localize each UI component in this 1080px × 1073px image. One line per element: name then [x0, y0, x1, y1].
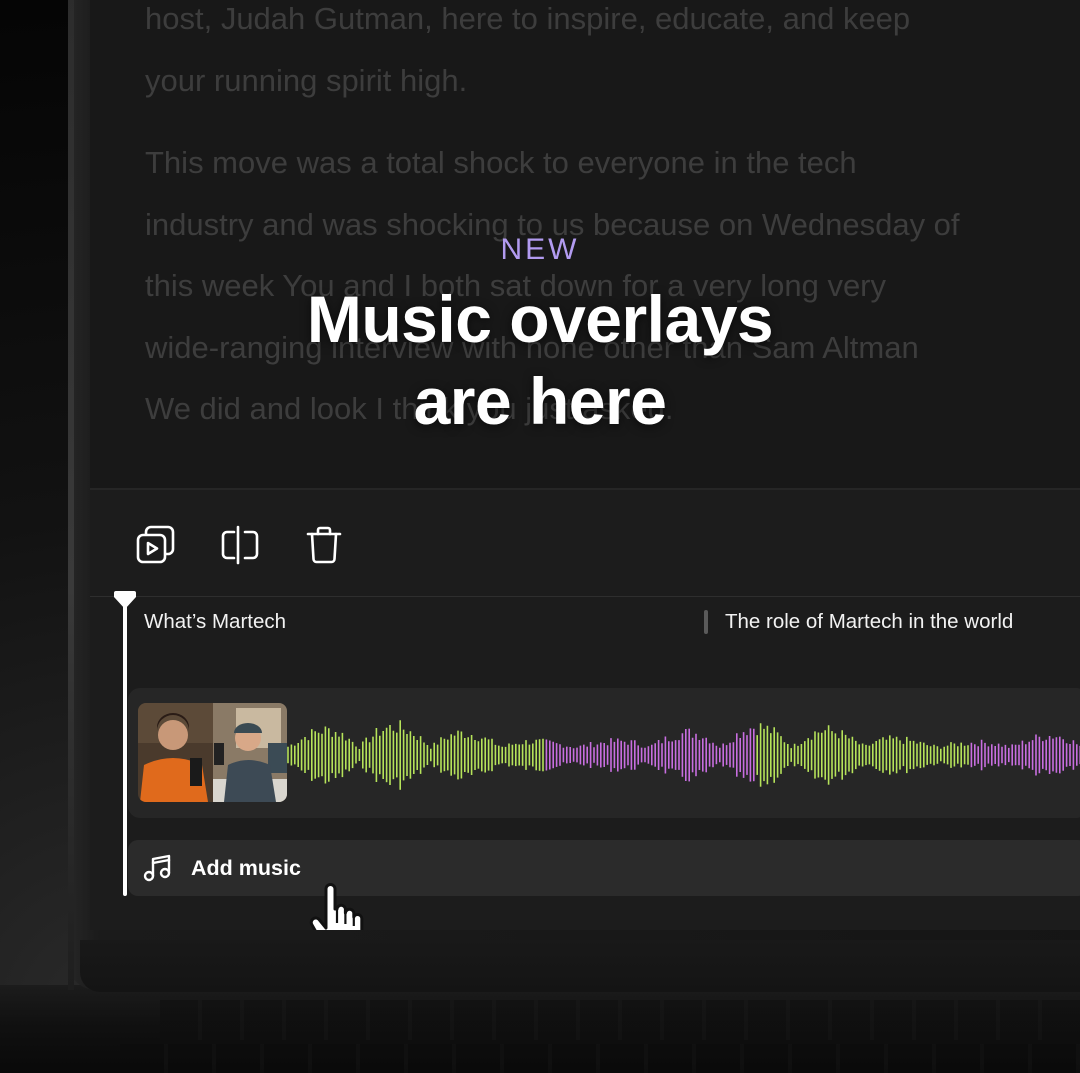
replace-media-icon — [136, 525, 175, 564]
timeline-editor: What’s Martech The role of Martech in th… — [90, 488, 1080, 930]
timeline-toolbar — [135, 524, 345, 566]
music-note-icon — [140, 851, 174, 885]
transcript-line: This move was a total shock to everyone … — [145, 145, 857, 180]
transcript-line: host, Judah Gutman, here to inspire, edu… — [145, 1, 911, 36]
chapter-title: The role of Martech in the world — [725, 610, 1014, 633]
split-icon — [221, 525, 259, 565]
split-button[interactable] — [219, 524, 261, 566]
delete-button[interactable] — [303, 524, 345, 566]
trash-icon — [306, 526, 342, 564]
playhead-line[interactable] — [123, 602, 127, 896]
new-badge: NEW — [500, 233, 580, 266]
app-screen: host, Judah Gutman, here to inspire, edu… — [90, 0, 1080, 930]
announcement-overlay: NEW Music overlays are here — [0, 230, 1080, 442]
transcript-paragraph: host, Judah Gutman, here to inspire, edu… — [145, 0, 1080, 111]
keyboard-row — [120, 1044, 1080, 1073]
chapter-marker — [704, 610, 708, 634]
transcript-line: your running spirit high. — [145, 62, 468, 98]
add-music-track[interactable]: Add music — [128, 840, 1080, 896]
video-thumbnail — [138, 703, 287, 802]
keyboard-row — [160, 1000, 1080, 1040]
video-clip-track[interactable] — [128, 688, 1080, 818]
add-music-label: Add music — [191, 855, 301, 880]
hand-cursor-icon — [309, 883, 364, 930]
laptop-scene: host, Judah Gutman, here to inspire, edu… — [0, 0, 1080, 1073]
divider — [90, 596, 1080, 597]
announcement-title-line: Music overlays — [306, 282, 774, 356]
audio-waveform — [287, 720, 1080, 790]
chapter-title[interactable]: What’s Martech — [144, 610, 286, 634]
laptop-edge — [68, 0, 74, 990]
announcement-title: Music overlays are here — [0, 278, 1080, 442]
laptop-hinge — [80, 940, 1080, 992]
chapter-title-group[interactable]: The role of Martech in the world — [704, 610, 1013, 634]
replace-media-button[interactable] — [135, 524, 177, 566]
announcement-title-line: are here — [413, 364, 667, 438]
